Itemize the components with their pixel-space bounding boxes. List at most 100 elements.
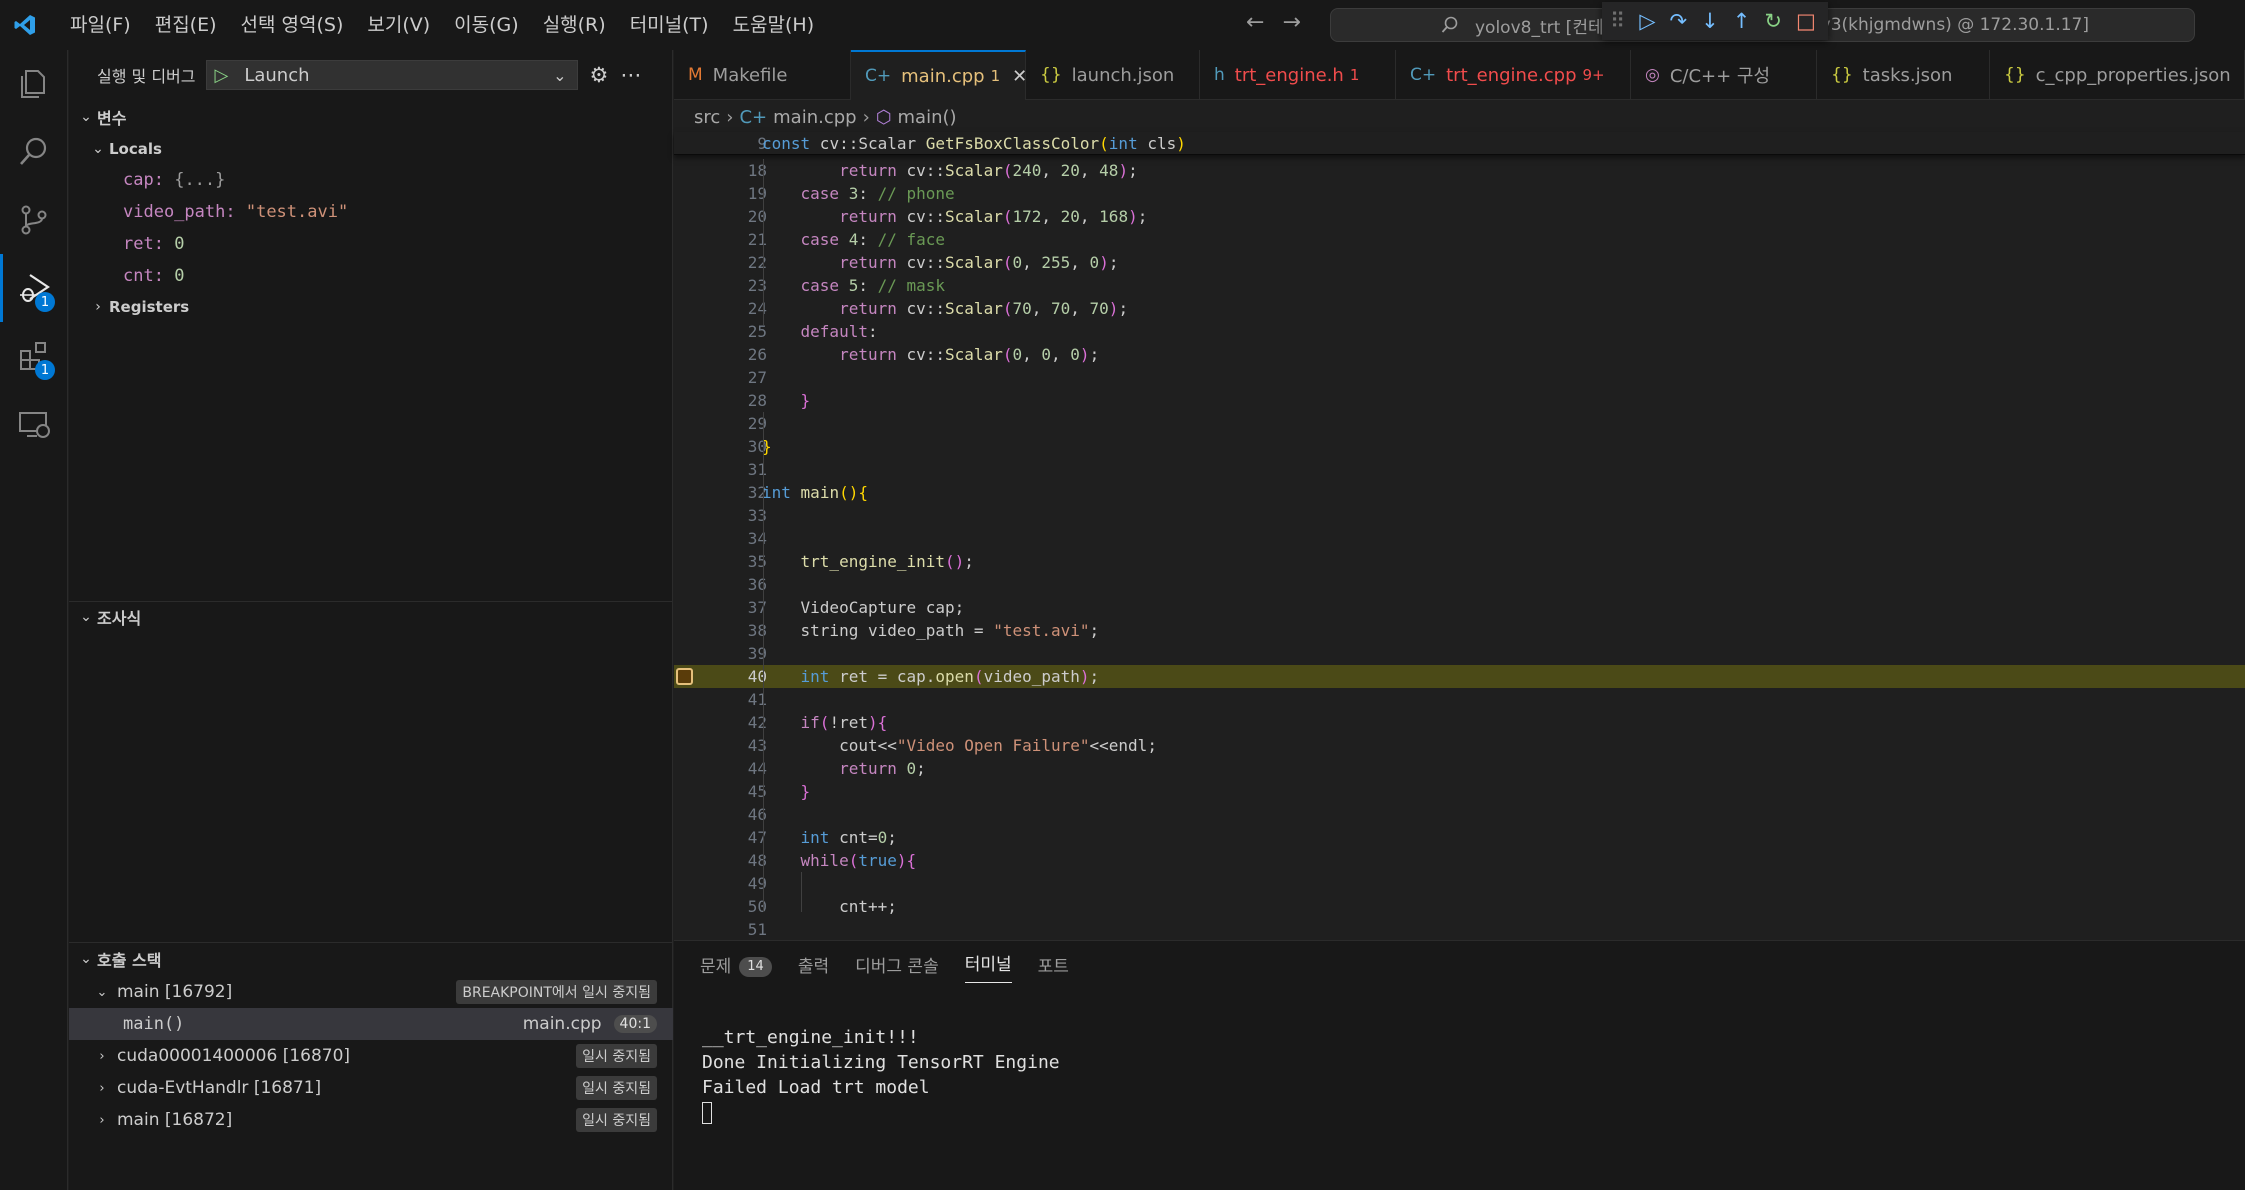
registers-scope[interactable]: › Registers <box>69 292 673 322</box>
breadcrumb-folder[interactable]: src <box>694 107 720 128</box>
debug-toolbar: ⠿ ▷ ↷ ↓ ↑ ↻ □ <box>1602 2 1828 40</box>
code-line: 39 <box>747 644 767 663</box>
debug-badge: 1 <box>35 292 55 312</box>
callstack-frame[interactable]: main() main.cpp 40:1 <box>69 1008 673 1040</box>
code-editor[interactable]: 9 const cv::Scalar GetFsBoxClassColor(int… <box>674 132 2245 941</box>
variable-row[interactable]: video_path: "test.avi" <box>69 196 673 228</box>
variables-section-header[interactable]: ⌄ 변수 <box>69 102 673 132</box>
indent-guide <box>801 872 802 912</box>
callstack-thread[interactable]: › main [16872] 일시 중지됨 <box>69 1104 673 1136</box>
terminal-line: Done Initializing TensorRT Engine <box>702 1052 1060 1073</box>
method-icon: ⬡ <box>875 106 892 128</box>
gear-icon[interactable]: ⚙ <box>590 63 609 87</box>
stop-icon[interactable]: □ <box>1796 2 1816 40</box>
menu-bar: 파일(F) 편집(E) 선택 영역(S) 보기(V) 이동(G) 실행(R) 터… <box>58 0 826 50</box>
chevron-down-icon: ⌄ <box>80 609 92 625</box>
menu-terminal[interactable]: 터미널(T) <box>618 0 721 50</box>
source-control-icon[interactable] <box>0 186 68 254</box>
chevron-down-icon[interactable]: ⌄ <box>553 66 566 85</box>
drag-handle-icon[interactable]: ⠿ <box>1610 2 1625 40</box>
code-line: 30} <box>747 437 772 456</box>
back-arrow-icon[interactable]: ← <box>1246 10 1264 35</box>
code-line: 21 case 4: // face <box>747 230 946 249</box>
status-badge: 일시 중지됨 <box>576 1044 657 1068</box>
tab-tasks-json[interactable]: {} tasks.json <box>1817 50 1990 100</box>
start-debug-icon[interactable]: ▷ <box>215 65 229 86</box>
cpp-icon: C+ <box>1410 65 1437 85</box>
variable-row[interactable]: cnt: 0 <box>69 260 673 292</box>
more-actions-icon[interactable]: ⋯ <box>620 63 641 87</box>
chevron-right-icon: › <box>726 106 734 128</box>
json-icon: {} <box>2004 65 2026 85</box>
tab-launch-json[interactable]: {} launch.json <box>1026 50 1200 100</box>
callstack-thread[interactable]: ⌄ main [16792] BREAKPOINT에서 일시 중지됨 <box>69 976 673 1008</box>
nav-arrows: ← → <box>1246 10 1301 35</box>
terminal-output[interactable]: __trt_engine_init!!! Done Initializing T… <box>702 1025 1060 1125</box>
close-icon[interactable]: ✕ <box>1012 66 1027 87</box>
remote-explorer-icon[interactable] <box>0 390 68 458</box>
code-line: 49 <box>747 874 767 893</box>
h-icon: h <box>1214 65 1225 85</box>
callstack-thread[interactable]: › cuda-EvtHandlr [16871] 일시 중지됨 <box>69 1072 673 1104</box>
menu-view[interactable]: 보기(V) <box>355 0 442 50</box>
search-view-icon[interactable] <box>0 118 68 186</box>
tab-c-cpp-properties[interactable]: {} c_cpp_properties.json <box>1990 50 2245 100</box>
chevron-down-icon: ⌄ <box>80 109 92 125</box>
line-col-badge: 40:1 <box>613 1015 657 1033</box>
menu-run[interactable]: 실행(R) <box>531 0 618 50</box>
forward-arrow-icon[interactable]: → <box>1282 10 1300 35</box>
watch-section-header[interactable]: ⌄ 조사식 <box>69 602 673 632</box>
menu-edit[interactable]: 편집(E) <box>143 0 229 50</box>
run-debug-icon[interactable]: 1 <box>0 254 68 322</box>
menu-selection[interactable]: 선택 영역(S) <box>229 0 356 50</box>
code-line: 38 string video_path = "test.avi"; <box>747 621 1100 640</box>
tab-debug-console[interactable]: 디버그 콘솔 <box>855 947 939 987</box>
breadcrumb-symbol[interactable]: main() <box>898 107 957 128</box>
tab-output[interactable]: 출력 <box>798 947 829 987</box>
tab-trt-engine-cpp[interactable]: C+ trt_engine.cpp 9+ <box>1396 50 1631 100</box>
indent-guide <box>763 412 764 912</box>
bottom-panel: 문제 14 출력 디버그 콘솔 터미널 포트 __trt_engine_init!… <box>674 940 2245 1190</box>
code-line: 41 <box>747 690 767 709</box>
json-icon: {} <box>1831 65 1853 85</box>
menu-file[interactable]: 파일(F) <box>58 0 143 50</box>
variable-row[interactable]: cap: {...} <box>69 164 673 196</box>
tab-ports[interactable]: 포트 <box>1038 947 1069 987</box>
problems-count-badge: 14 <box>739 957 772 977</box>
panel-tabs: 문제 14 출력 디버그 콘솔 터미널 포트 <box>700 947 1069 987</box>
command-center-remote: oy3(khjgmdwns) @ 172.30.1.17] <box>1810 15 2089 35</box>
code-line: 51 <box>747 920 767 939</box>
extensions-badge: 1 <box>35 360 55 380</box>
step-out-icon[interactable]: ↑ <box>1733 2 1751 40</box>
chevron-down-icon: ⌄ <box>96 984 108 1000</box>
tab-main-cpp[interactable]: C+ main.cpp 1 ✕ <box>851 50 1027 100</box>
sticky-scroll-line[interactable]: 9 const cv::Scalar GetFsBoxClassColor(int… <box>674 132 2245 155</box>
callstack-section-header[interactable]: ⌄ 호출 스택 <box>69 944 673 974</box>
menu-help[interactable]: 도움말(H) <box>721 0 827 50</box>
chevron-right-icon: › <box>99 1080 105 1096</box>
continue-icon[interactable]: ▷ <box>1639 2 1655 40</box>
code-line: 48 while(true){ <box>747 851 917 870</box>
variable-row[interactable]: ret: 0 <box>69 228 673 260</box>
cpp-config-icon: ◎ <box>1645 65 1660 85</box>
command-center-label: yolov8_trt [컨테이 <box>1475 17 1620 38</box>
tab-problems[interactable]: 문제 14 <box>700 947 772 987</box>
callstack-thread[interactable]: › cuda00001400006 [16870] 일시 중지됨 <box>69 1040 673 1072</box>
terminal-line: __trt_engine_init!!! <box>702 1027 919 1048</box>
extensions-icon[interactable]: 1 <box>0 322 68 390</box>
step-into-icon[interactable]: ↓ <box>1701 2 1719 40</box>
breadcrumb-file[interactable]: main.cpp <box>773 107 856 128</box>
tab-trt-engine-h[interactable]: h trt_engine.h 1 <box>1200 50 1396 100</box>
step-over-icon[interactable]: ↷ <box>1670 2 1688 40</box>
restart-icon[interactable]: ↻ <box>1764 2 1782 40</box>
tab-cpp-config[interactable]: ◎ C/C++ 구성 <box>1631 50 1817 100</box>
menu-go[interactable]: 이동(G) <box>442 0 531 50</box>
locals-scope[interactable]: ⌄ Locals <box>69 134 673 164</box>
explorer-icon[interactable] <box>0 50 68 118</box>
tab-makefile[interactable]: M Makefile <box>674 50 851 100</box>
status-badge: 일시 중지됨 <box>576 1076 657 1100</box>
tab-terminal[interactable]: 터미널 <box>964 947 1012 983</box>
section-divider <box>69 942 673 943</box>
chevron-right-icon: › <box>95 299 101 315</box>
launch-config-select[interactable]: ▷ Launch ⌄ <box>205 60 578 90</box>
